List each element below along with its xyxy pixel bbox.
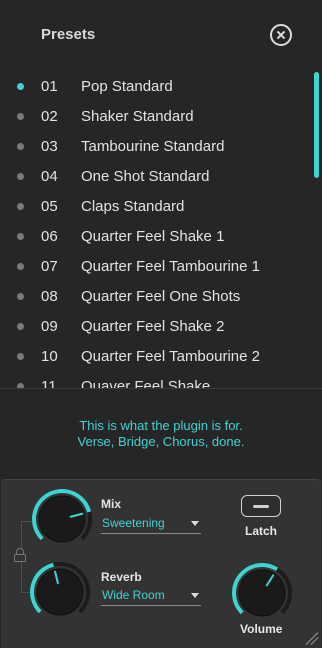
resize-grip-icon[interactable] [305, 631, 319, 645]
preset-number: 09 [41, 318, 58, 335]
preset-name: Quarter Feel Shake 2 [81, 318, 225, 335]
preset-dot-icon [17, 83, 24, 90]
volume-knob[interactable] [231, 562, 293, 624]
description-line-1: This is what the plugin is for. [79, 418, 243, 433]
plugin-description: This is what the plugin is for. Verse, B… [0, 418, 322, 450]
preset-name: Quarter Feel Tambourine 1 [81, 258, 260, 275]
preset-dot-icon [17, 173, 24, 180]
preset-name: One Shot Standard [81, 168, 210, 185]
latch-indicator [253, 505, 269, 508]
preset-number: 03 [41, 138, 58, 155]
preset-name: Quarter Feel One Shots [81, 288, 241, 305]
volume-label: Volume [240, 622, 283, 636]
reverb-dropdown[interactable]: Wide Room [101, 586, 201, 606]
reverb-knob[interactable] [29, 561, 91, 623]
preset-item[interactable]: 07 Quarter Feel Tambourine 1 [0, 252, 322, 282]
mix-label: Mix [101, 497, 122, 511]
preset-number: 05 [41, 198, 58, 215]
preset-item[interactable]: 08 Quarter Feel One Shots [0, 282, 322, 312]
mix-knob[interactable] [31, 488, 93, 550]
preset-item[interactable]: 04 One Shot Standard [0, 162, 322, 192]
preset-dot-icon [17, 263, 24, 270]
presets-header: Presets [0, 0, 322, 68]
description-line-2: Verse, Bridge, Chorus, done. [77, 434, 245, 449]
preset-list-scrollbar[interactable] [314, 72, 319, 178]
preset-name: Shaker Standard [81, 108, 194, 125]
preset-item[interactable]: 09 Quarter Feel Shake 2 [0, 312, 322, 342]
preset-list[interactable]: 01 Pop Standard 02 Shaker Standard 03 Tambour… [0, 72, 322, 388]
preset-number: 08 [41, 288, 58, 305]
latch-label: Latch [245, 524, 278, 538]
lock-icon[interactable] [14, 548, 27, 562]
chevron-down-icon [191, 593, 199, 598]
preset-name: Quaver Feel Shake [81, 378, 211, 388]
preset-number: 11 [41, 378, 57, 388]
latch-button[interactable] [241, 495, 281, 517]
preset-item[interactable]: 06 Quarter Feel Shake 1 [0, 222, 322, 252]
preset-dot-icon [17, 323, 24, 330]
preset-number: 10 [41, 348, 58, 365]
preset-dot-icon [17, 113, 24, 120]
chevron-down-icon [191, 521, 199, 526]
preset-item[interactable]: 10 Quarter Feel Tambourine 2 [0, 342, 322, 372]
close-icon[interactable] [270, 24, 292, 46]
preset-dot-icon [17, 353, 24, 360]
preset-name: Quarter Feel Tambourine 2 [81, 348, 260, 365]
preset-item[interactable]: 03 Tambourine Standard [0, 132, 322, 162]
divider [0, 388, 322, 389]
preset-number: 02 [41, 108, 58, 125]
preset-number: 01 [41, 78, 58, 95]
mix-dropdown[interactable]: Sweetening [101, 514, 201, 534]
preset-dot-icon [17, 293, 24, 300]
preset-number: 07 [41, 258, 58, 275]
preset-name: Tambourine Standard [81, 138, 225, 155]
reverb-label: Reverb [101, 570, 142, 584]
preset-item[interactable]: 05 Claps Standard [0, 192, 322, 222]
reverb-dropdown-value: Wide Room [102, 588, 165, 602]
page-title: Presets [41, 26, 96, 43]
preset-number: 06 [41, 228, 58, 245]
mix-dropdown-value: Sweetening [102, 516, 165, 530]
preset-name: Claps Standard [81, 198, 185, 215]
preset-number: 04 [41, 168, 58, 185]
preset-name: Pop Standard [81, 78, 173, 95]
preset-dot-icon [17, 143, 24, 150]
preset-dot-icon [17, 233, 24, 240]
preset-item[interactable]: 01 Pop Standard [0, 72, 322, 102]
preset-name: Quarter Feel Shake 1 [81, 228, 225, 245]
preset-item[interactable]: 11 Quaver Feel Shake [0, 372, 322, 388]
preset-item[interactable]: 02 Shaker Standard [0, 102, 322, 132]
preset-dot-icon [17, 203, 24, 210]
